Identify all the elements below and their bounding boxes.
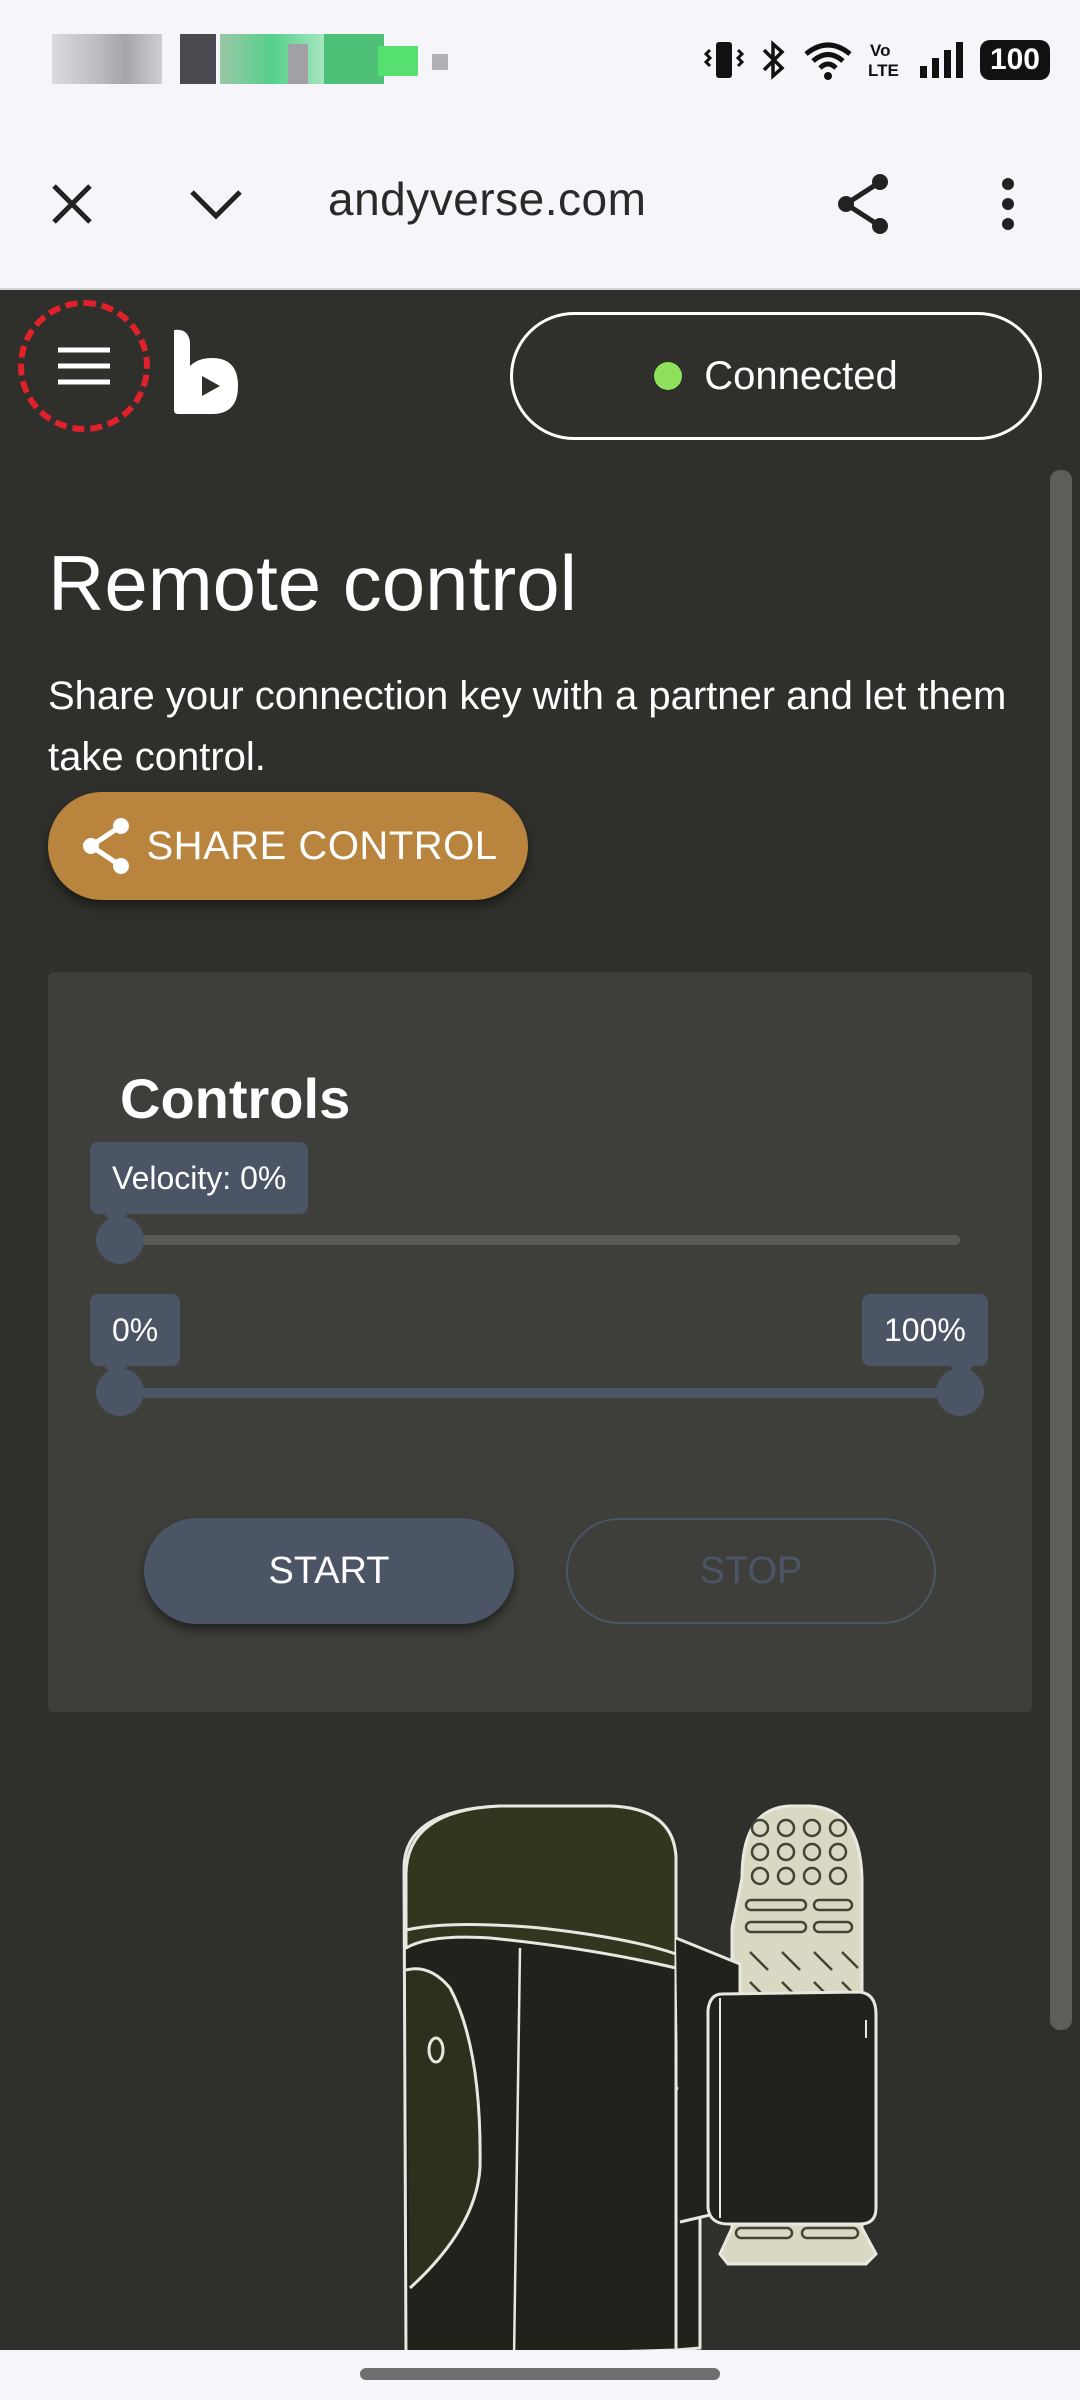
menu-icon (58, 347, 110, 385)
range-max-thumb[interactable] (936, 1368, 984, 1416)
home-gesture-handle[interactable] (360, 2368, 720, 2380)
notification-icons (52, 34, 452, 86)
app-content: Connected Remote control Share your conn… (0, 290, 1080, 2350)
volte-icon: VoLTE (868, 41, 899, 80)
svg-text:LTE: LTE (868, 61, 899, 80)
status-icons: Vo LTE 100 (703, 30, 1050, 90)
device-illustration (402, 1804, 878, 2350)
velocity-slider-thumb[interactable] (96, 1216, 144, 1264)
page-title: Remote control (48, 539, 577, 627)
velocity-tooltip: Velocity: 0% (90, 1142, 309, 1226)
start-button[interactable]: START (144, 1518, 514, 1624)
browser-toolbar: andyverse.com (0, 120, 1080, 290)
app-logo (174, 329, 238, 414)
system-nav-bar (0, 2350, 1080, 2400)
chevron-down-icon[interactable] (176, 164, 256, 244)
status-bar: Vo LTE 100 (0, 0, 1080, 120)
vibrate-icon (703, 42, 744, 78)
share-control-button[interactable]: SHARE CONTROL (48, 792, 528, 900)
url-field[interactable]: andyverse.com (328, 172, 646, 226)
bluetooth-icon (762, 40, 785, 80)
page-description: Share your connection key with a partner… (48, 674, 1007, 779)
range-min-tooltip: 0% (90, 1294, 181, 1378)
connection-status-button[interactable]: Connected (510, 312, 1042, 440)
range-min-thumb[interactable] (96, 1368, 144, 1416)
close-icon[interactable] (32, 164, 112, 244)
status-dot-icon (654, 362, 683, 390)
battery-icon: 100 (979, 40, 1050, 80)
range-max-tooltip: 100% (862, 1294, 988, 1378)
share-icon (82, 818, 129, 874)
share-icon[interactable] (824, 164, 904, 244)
share-control-label: SHARE CONTROL (146, 823, 498, 868)
more-vert-icon[interactable] (968, 164, 1048, 244)
signal-icon (919, 42, 963, 78)
scrollbar[interactable] (1050, 470, 1072, 2030)
hamburger-menu-button[interactable] (18, 300, 150, 432)
range-slider-track[interactable] (120, 1388, 960, 1398)
stop-button[interactable]: STOP (566, 1518, 936, 1624)
connection-status-label: Connected (704, 353, 898, 398)
controls-title: Controls (120, 1067, 351, 1130)
velocity-slider-track[interactable] (120, 1235, 960, 1245)
svg-text:Vo: Vo (870, 41, 890, 60)
wifi-icon (804, 42, 852, 80)
